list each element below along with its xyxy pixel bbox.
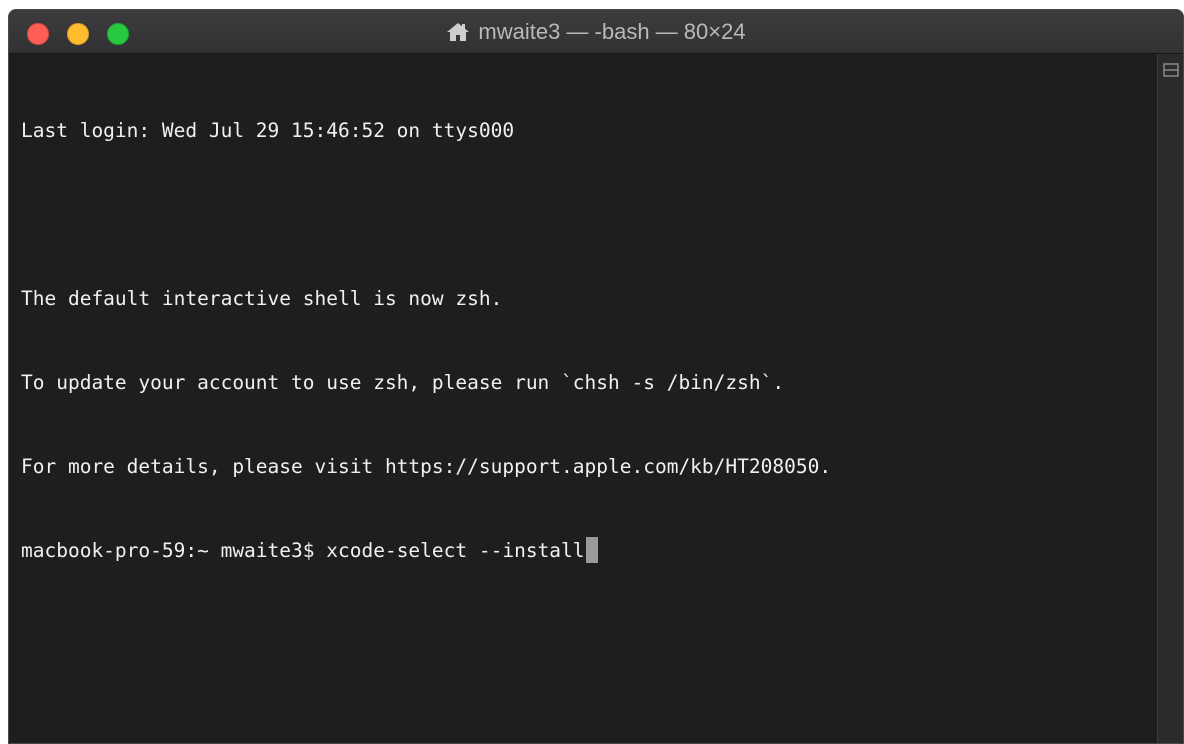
window-title: mwaite3 — -bash — 80×24 xyxy=(478,19,746,44)
output-line: The default interactive shell is now zsh… xyxy=(21,287,503,310)
window-title-area: mwaite3 — -bash — 80×24 xyxy=(9,10,1183,54)
command-line[interactable]: macbook-pro-59:~ mwaite3$ xcode-select -… xyxy=(21,537,1157,565)
terminal-output[interactable]: Last login: Wed Jul 29 15:46:52 on ttys0… xyxy=(9,54,1157,743)
scrollbar[interactable] xyxy=(1157,54,1183,743)
home-icon xyxy=(446,21,470,43)
title-bar[interactable]: mwaite3 — -bash — 80×24 xyxy=(9,10,1183,54)
terminal-window: mwaite3 — -bash — 80×24 Last login: Wed … xyxy=(8,9,1184,744)
output-line: For more details, please visit https://s… xyxy=(21,455,832,478)
output-line: To update your account to use zsh, pleas… xyxy=(21,371,785,394)
command-input[interactable]: xcode-select --install xyxy=(326,539,584,562)
split-pane-icon[interactable] xyxy=(1163,63,1179,77)
text-cursor xyxy=(585,537,598,563)
shell-prompt: macbook-pro-59:~ mwaite3$ xyxy=(21,539,327,562)
output-line: Last login: Wed Jul 29 15:46:52 on ttys0… xyxy=(21,119,515,142)
